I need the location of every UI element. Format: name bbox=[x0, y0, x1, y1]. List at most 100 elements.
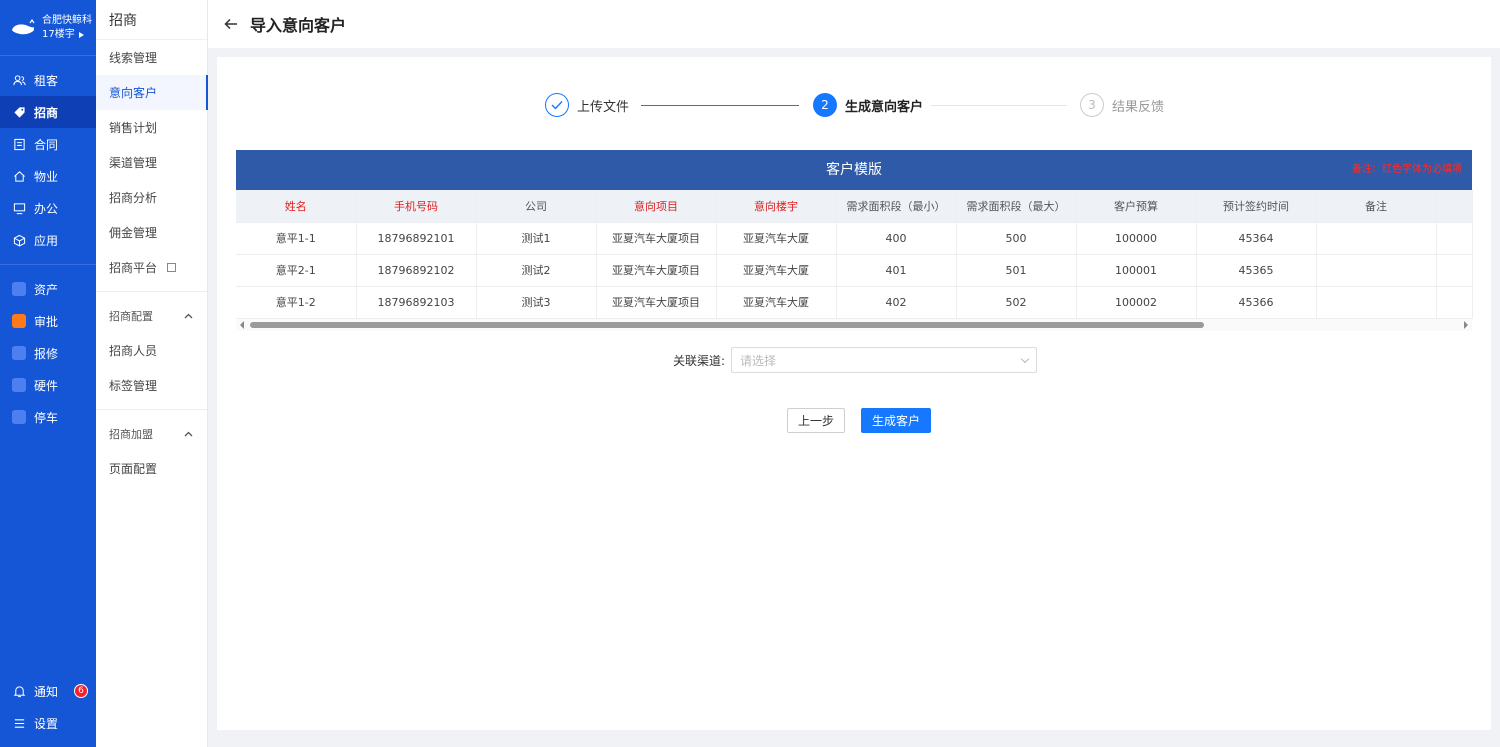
nav-item-label: 租客 bbox=[34, 73, 59, 88]
horizontal-scrollbar[interactable] bbox=[236, 318, 1472, 331]
section-franchise-toggle[interactable]: 招商加盟 bbox=[96, 416, 207, 451]
nav-app-1[interactable]: 审批 bbox=[0, 305, 96, 337]
back-arrow-icon[interactable] bbox=[224, 15, 238, 34]
nav-item-label: 物业 bbox=[34, 169, 59, 184]
nav-app-2[interactable]: 报修 bbox=[0, 337, 96, 369]
whale-logo-icon bbox=[10, 18, 36, 37]
column-header: 需求面积段（最小） bbox=[836, 190, 957, 223]
nav-settings[interactable]: 设置 bbox=[0, 707, 96, 739]
subnav-item-label: 招商分析 bbox=[109, 191, 158, 205]
channel-row: 关联渠道: 请选择 bbox=[673, 347, 1038, 373]
section-config-toggle[interactable]: 招商配置 bbox=[96, 298, 207, 333]
main-nav: 合肥快鲸科 17楼宇 租客 招商 合同 物业 办公 应用 资产 审批 报修 硬件 停车 通知 6 … bbox=[0, 0, 96, 747]
table-cell bbox=[1316, 286, 1437, 319]
subnav-item-0[interactable]: 线索管理 bbox=[96, 40, 207, 75]
table-cell: 400 bbox=[836, 222, 957, 255]
subnav-section2-item-0[interactable]: 页面配置 bbox=[96, 451, 207, 486]
tag-icon bbox=[12, 105, 26, 119]
nav-app-0[interactable]: 资产 bbox=[0, 273, 96, 305]
scroll-thumb[interactable] bbox=[250, 321, 1204, 328]
nav-app-3[interactable]: 硬件 bbox=[0, 369, 96, 401]
subnav-item-1[interactable]: 意向客户 bbox=[96, 75, 208, 110]
channel-select[interactable]: 请选择 bbox=[731, 347, 1038, 373]
building-name: 17楼宇 bbox=[42, 28, 75, 40]
subnav-section1-item-0[interactable]: 招商人员 bbox=[96, 333, 207, 368]
external-link-icon bbox=[167, 263, 177, 272]
step-result: 3 结果反馈 bbox=[1080, 93, 1164, 117]
nav-item-label: 招商 bbox=[34, 105, 59, 120]
page-title: 导入意向客户 bbox=[250, 16, 347, 35]
scroll-right-icon[interactable] bbox=[1464, 320, 1468, 329]
sub-nav: 招商 线索管理意向客户销售计划渠道管理招商分析佣金管理招商平台 招商配置 招商人… bbox=[96, 0, 208, 747]
table-cell bbox=[1436, 286, 1473, 319]
subnav-item-6[interactable]: 招商平台 bbox=[96, 250, 207, 285]
table-cell: 亚夏汽车大厦 bbox=[716, 286, 837, 319]
subnav-item-3[interactable]: 渠道管理 bbox=[96, 145, 207, 180]
chevron-down-icon bbox=[1020, 354, 1030, 363]
step-upload: 上传文件 bbox=[545, 93, 629, 117]
bell-icon bbox=[12, 684, 26, 698]
table-cell: 45366 bbox=[1196, 286, 1317, 319]
hardware-icon bbox=[12, 378, 26, 392]
column-header: 备注 bbox=[1316, 190, 1437, 223]
table-cell: 45365 bbox=[1196, 254, 1317, 287]
required-note: 备注：红色字体为必填项 bbox=[1352, 164, 1462, 175]
nav-item-3[interactable]: 物业 bbox=[0, 160, 96, 192]
nav-item-label: 应用 bbox=[34, 233, 59, 248]
subnav-item-4[interactable]: 招商分析 bbox=[96, 180, 207, 215]
table-cell: 100002 bbox=[1076, 286, 1197, 319]
nav-item-5[interactable]: 应用 bbox=[0, 224, 96, 256]
nav-notify[interactable]: 通知 6 bbox=[0, 675, 96, 707]
subnav-title: 招商 bbox=[96, 0, 207, 40]
approval-icon bbox=[12, 314, 26, 328]
subnav-item-label: 标签管理 bbox=[109, 379, 158, 393]
nav-item-0[interactable]: 租客 bbox=[0, 64, 96, 96]
menu-icon bbox=[12, 716, 26, 730]
table-cell: 意平1-2 bbox=[236, 286, 357, 319]
step-connector bbox=[931, 105, 1067, 106]
subnav-item-2[interactable]: 销售计划 bbox=[96, 110, 207, 145]
subnav-item-label: 意向客户 bbox=[109, 86, 158, 100]
subnav-item-label: 招商平台 bbox=[109, 261, 158, 275]
section-config-label: 招商配置 bbox=[109, 309, 153, 323]
nav-item-4[interactable]: 办公 bbox=[0, 192, 96, 224]
home-icon bbox=[12, 169, 26, 183]
table-cell: 意平1-1 bbox=[236, 222, 357, 255]
subnav-section1-item-1[interactable]: 标签管理 bbox=[96, 368, 207, 403]
step-label: 生成意向客户 bbox=[845, 99, 924, 115]
generate-customer-button[interactable]: 生成客户 bbox=[861, 408, 932, 433]
table-cell: 18796892103 bbox=[356, 286, 477, 319]
table-banner-title: 客户模版 bbox=[826, 162, 882, 178]
step-label: 结果反馈 bbox=[1112, 99, 1165, 115]
nav-app-label: 停车 bbox=[34, 410, 59, 425]
step-label: 上传文件 bbox=[577, 99, 630, 115]
table-cell: 亚夏汽车大厦项目 bbox=[596, 286, 717, 319]
table-cell: 18796892102 bbox=[356, 254, 477, 287]
table-cell: 测试2 bbox=[476, 254, 597, 287]
nav-app-label: 报修 bbox=[34, 346, 59, 361]
column-header: 意向项目 bbox=[596, 190, 717, 223]
scroll-left-icon[interactable] bbox=[240, 320, 244, 329]
users-icon bbox=[12, 73, 26, 87]
template-table: 客户模版 备注：红色字体为必填项 姓名 手机号码 公司 意向项目 意向楼宇 需求面积段（最… bbox=[236, 150, 1473, 331]
prev-step-button[interactable]: 上一步 bbox=[787, 408, 846, 433]
table-cell: 100000 bbox=[1076, 222, 1197, 255]
column-header: 客户预算 bbox=[1076, 190, 1197, 223]
subnav-divider bbox=[96, 409, 207, 410]
subnav-item-5[interactable]: 佣金管理 bbox=[96, 215, 207, 250]
table-cell bbox=[1316, 254, 1437, 287]
customer-table: 姓名 手机号码 公司 意向项目 意向楼宇 需求面积段（最小） 需求面积段（最大） 客户预算 预计… bbox=[236, 190, 1473, 319]
subnav-item-label: 销售计划 bbox=[109, 121, 158, 135]
notify-badge: 6 bbox=[74, 684, 89, 698]
step-generate: 2 生成意向客户 bbox=[813, 93, 923, 117]
table-cell: 100001 bbox=[1076, 254, 1197, 287]
table-cell: 亚夏汽车大厦 bbox=[716, 254, 837, 287]
org-switcher[interactable]: 合肥快鲸科 17楼宇 bbox=[0, 0, 96, 56]
cube-icon bbox=[12, 233, 26, 247]
column-header bbox=[1436, 190, 1473, 223]
page-header: 导入意向客户 bbox=[208, 0, 1500, 48]
column-header: 姓名 bbox=[236, 190, 357, 223]
nav-item-2[interactable]: 合同 bbox=[0, 128, 96, 160]
nav-app-4[interactable]: 停车 bbox=[0, 401, 96, 433]
nav-item-1[interactable]: 招商 bbox=[0, 96, 96, 128]
